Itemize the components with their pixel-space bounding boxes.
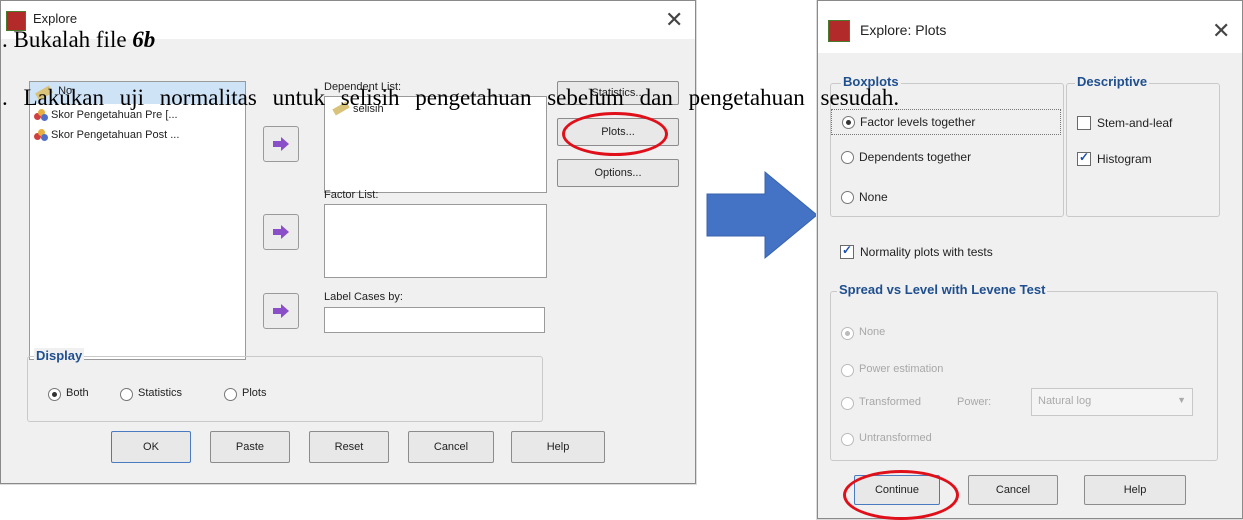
radio-button[interactable] — [841, 364, 854, 377]
factor-list[interactable] — [324, 204, 547, 278]
plots-titlebar: Explore: Plots ✕ — [818, 1, 1242, 53]
spread-level-group-title: Spread vs Level with Levene Test — [837, 282, 1048, 297]
spread-level-group: Spread vs Level with Levene Test None Po… — [830, 282, 1218, 461]
variable-list[interactable]: No Skor Pengetahuan Pre [... Skor Penget… — [29, 81, 246, 360]
nominal-variable-icon — [34, 129, 48, 142]
radio-button[interactable] — [48, 388, 61, 401]
explore-dialog: Explore ✕ No Skor Pengetahuan Pre [... S… — [0, 0, 696, 484]
instruction-text-1: Bukalah file — [13, 27, 133, 52]
radio-button[interactable] — [841, 327, 854, 340]
paste-button[interactable]: Paste — [210, 431, 290, 463]
variable-item-post[interactable]: Skor Pengetahuan Post ... — [34, 129, 179, 142]
factor-list-label: Factor List: — [324, 189, 379, 201]
power-select[interactable]: Natural log ▼ — [1031, 388, 1193, 416]
radio-button[interactable] — [842, 116, 855, 129]
reset-button[interactable]: Reset — [309, 431, 389, 463]
radio-button[interactable] — [841, 397, 854, 410]
radio-button[interactable] — [224, 388, 237, 401]
move-to-dependent-button[interactable] — [263, 126, 299, 162]
move-to-factor-button[interactable] — [263, 214, 299, 250]
spss-app-icon — [828, 20, 850, 42]
chevron-down-icon: ▼ — [1177, 395, 1186, 405]
continue-button[interactable]: Continue — [854, 475, 940, 505]
boxplots-option-factor-levels[interactable]: Factor levels together — [831, 109, 1061, 135]
checkbox[interactable] — [1077, 116, 1091, 130]
descriptive-group-title: Descriptive — [1075, 74, 1150, 89]
arrow-right-icon — [273, 225, 289, 239]
radio-button[interactable] — [120, 388, 133, 401]
label-cases-field[interactable] — [324, 307, 545, 333]
cancel-button[interactable]: Cancel — [968, 475, 1058, 505]
descriptive-group: Descriptive Stem-and-leaf Histogram — [1066, 74, 1220, 217]
power-label: Power: — [957, 396, 992, 408]
radio-button[interactable] — [841, 433, 854, 446]
list-marker: . — [2, 85, 24, 110]
options-button[interactable]: Options... — [557, 159, 679, 187]
display-group: Display Both Statistics Plots — [27, 348, 543, 422]
display-group-title: Display — [34, 348, 85, 363]
list-marker: . — [2, 27, 14, 52]
move-to-label-button[interactable] — [263, 293, 299, 329]
instruction-line-1: . Bukalah file 6b — [2, 27, 155, 53]
help-button[interactable]: Help — [511, 431, 605, 463]
arrow-right-icon — [273, 137, 289, 151]
plots-button[interactable]: Plots... — [557, 118, 679, 146]
cancel-button[interactable]: Cancel — [408, 431, 494, 463]
instruction-line-2: . Lakukan uji normalitas untuk selisih p… — [2, 85, 899, 111]
close-icon[interactable]: ✕ — [1212, 18, 1230, 44]
explore-title: Explore — [33, 11, 78, 26]
radio-button[interactable] — [841, 151, 854, 164]
radio-button[interactable] — [841, 191, 854, 204]
file-name: 6b — [132, 27, 156, 52]
checkbox[interactable] — [840, 243, 854, 259]
close-icon[interactable]: ✕ — [665, 7, 683, 33]
help-button[interactable]: Help — [1084, 475, 1186, 505]
label-cases-label: Label Cases by: — [324, 291, 403, 303]
plots-title: Explore: Plots — [860, 22, 947, 38]
checkbox[interactable] — [1077, 150, 1091, 166]
arrow-right-icon — [273, 304, 289, 318]
instruction-text-2: Lakukan uji normalitas untuk selisih pen… — [23, 85, 900, 110]
plots-dialog: Explore: Plots ✕ Boxplots Factor levels … — [817, 0, 1243, 519]
flow-arrow-icon — [706, 170, 818, 260]
ok-button[interactable]: OK — [111, 431, 191, 463]
